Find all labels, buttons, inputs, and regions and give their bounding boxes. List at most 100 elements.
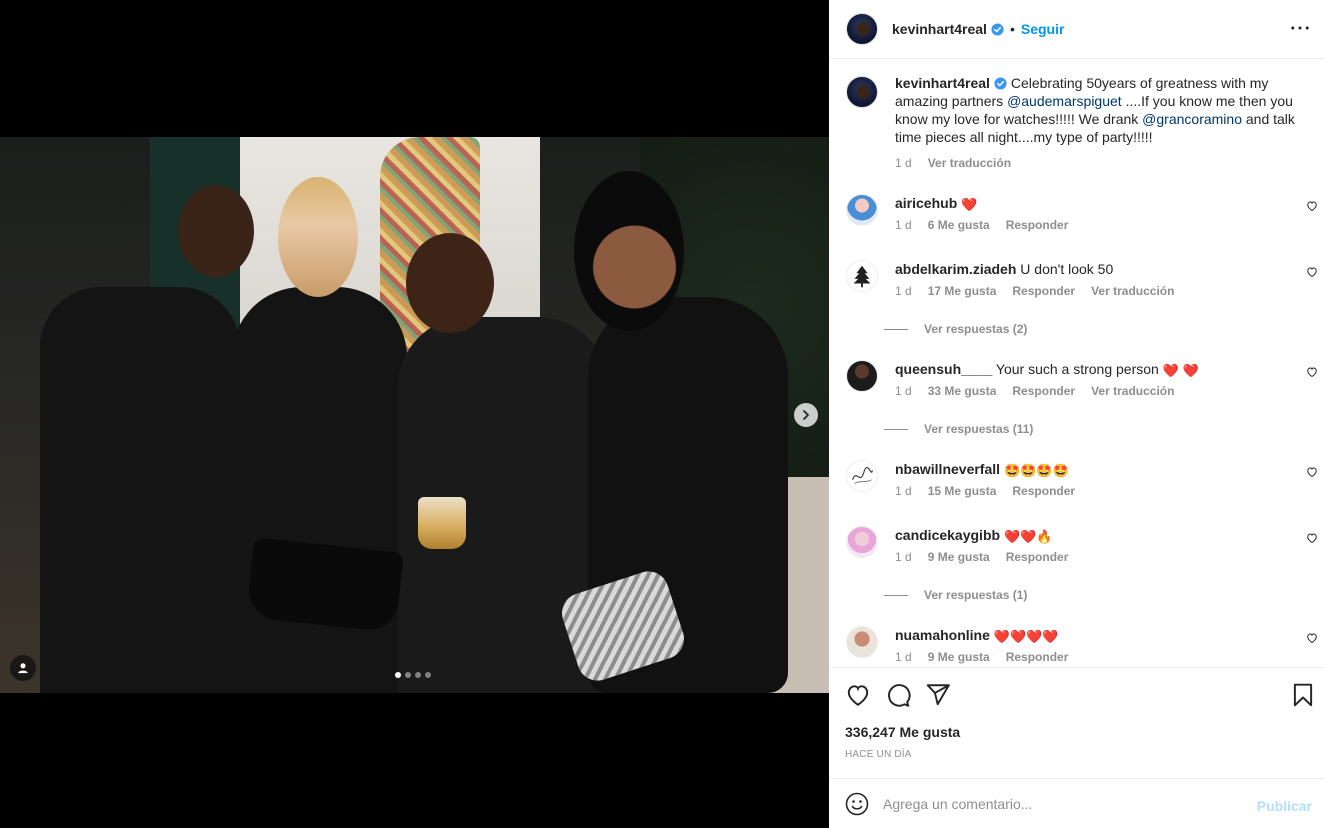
commenter-avatar[interactable] [846, 626, 878, 658]
comment-translate-link[interactable]: Ver traducción [1091, 284, 1174, 298]
view-replies-button[interactable]: Ver respuestas (11) [884, 422, 1033, 436]
carousel-dot-4 [425, 672, 431, 678]
verified-badge-icon [994, 77, 1007, 90]
person-1 [40, 287, 240, 693]
comment-likes[interactable]: 9 Me gusta [928, 650, 990, 664]
follow-button[interactable]: Seguir [1021, 21, 1065, 37]
comment-username[interactable]: nuamahonline [895, 627, 990, 643]
photo-handbag [246, 537, 404, 633]
comment-username[interactable]: airicehub [895, 195, 957, 211]
comment-body: U don't look 50 [1020, 261, 1114, 277]
header-separator: • [1009, 21, 1015, 37]
view-replies-label: Ver respuestas (2) [924, 322, 1028, 336]
comment-reply-button[interactable]: Responder [1006, 550, 1069, 564]
comment-translate-link[interactable]: Ver traducción [1091, 384, 1174, 398]
comment-text-line: nuamahonline ❤️❤️❤️❤️ [895, 626, 1059, 644]
comment-reply-button[interactable]: Responder [1012, 384, 1075, 398]
tagged-users-button[interactable] [10, 655, 36, 681]
comment-age[interactable]: 1 d [895, 650, 912, 664]
comment-likes[interactable]: 6 Me gusta [928, 218, 990, 232]
post-timestamp[interactable]: Hace un día [845, 749, 912, 760]
publish-button[interactable]: Publicar [1257, 798, 1312, 814]
caption-meta: 1 d Ver traducción [895, 156, 1011, 170]
commenter-avatar[interactable] [846, 260, 878, 292]
caption-text: kevinhart4real Celebrating 50years of gr… [895, 74, 1305, 146]
caption-author-avatar[interactable] [846, 76, 878, 108]
comment-reply-button[interactable]: Responder [1012, 484, 1075, 498]
comment-like-heart-icon[interactable] [1306, 632, 1318, 644]
comment-age[interactable]: 1 d [895, 218, 912, 232]
comment-username[interactable]: queensuh____ [895, 361, 992, 377]
comment-username[interactable]: abdelkarim.ziadeh [895, 261, 1016, 277]
post-media-area [0, 0, 829, 828]
caption-username[interactable]: kevinhart4real [895, 75, 990, 91]
replies-line [884, 594, 908, 596]
comment-like-heart-icon[interactable] [1306, 266, 1318, 278]
comment-likes[interactable]: 15 Me gusta [928, 484, 997, 498]
comment-age[interactable]: 1 d [895, 284, 912, 298]
comment-username[interactable]: nbawillneverfall [895, 461, 1000, 477]
comment-reply-button[interactable]: Responder [1006, 650, 1069, 664]
comment-emoji: ❤️ ❤️ [1162, 363, 1199, 378]
author-username[interactable]: kevinhart4real [892, 21, 987, 37]
caption-translate-link[interactable]: Ver traducción [928, 156, 1011, 170]
view-replies-label: Ver respuestas (1) [924, 588, 1028, 602]
comment-age[interactable]: 1 d [895, 484, 912, 498]
comment-like-heart-icon[interactable] [1306, 532, 1318, 544]
comment-username[interactable]: candicekaygibb [895, 527, 1000, 543]
carousel-dot-1 [395, 672, 401, 678]
more-options-button[interactable] [1290, 18, 1310, 38]
commenter-avatar[interactable] [846, 360, 878, 392]
caption-age[interactable]: 1 d [895, 156, 912, 170]
mention-audemarspiguet[interactable]: @audemarspiguet [1007, 93, 1122, 109]
view-replies-button[interactable]: Ver respuestas (2) [884, 322, 1027, 336]
mention-grancoramino[interactable]: @grancoramino [1142, 111, 1242, 127]
comment-likes[interactable]: 17 Me gusta [928, 284, 997, 298]
comment-reply-button[interactable]: Responder [1006, 218, 1069, 232]
bookmark-icon[interactable] [1290, 682, 1316, 708]
comment-meta: 1 d 9 Me gusta Responder [895, 650, 1068, 664]
photo-whiskey-glass [418, 497, 466, 549]
comment-text-line: candicekaygibb ❤️❤️🔥 [895, 526, 1053, 544]
carousel-dot-3 [415, 672, 421, 678]
comment-meta: 1 d 6 Me gusta Responder [895, 218, 1068, 232]
comment-text-line: abdelkarim.ziadeh U don't look 50 [895, 260, 1113, 278]
commenter-avatar[interactable] [846, 194, 878, 226]
comment-age[interactable]: 1 d [895, 550, 912, 564]
person-4-head [574, 171, 684, 331]
heart-icon[interactable] [845, 682, 871, 708]
replies-line [884, 428, 908, 430]
likes-count[interactable]: 336,247 Me gusta [845, 724, 960, 740]
view-replies-button[interactable]: Ver respuestas (1) [884, 588, 1027, 602]
person-2 [232, 287, 407, 693]
comment-likes[interactable]: 33 Me gusta [928, 384, 997, 398]
commenter-avatar[interactable] [846, 526, 878, 558]
replies-line [884, 328, 908, 330]
comment-like-heart-icon[interactable] [1306, 200, 1318, 212]
carousel-dot-2 [405, 672, 411, 678]
comment-emoji: ❤️❤️❤️❤️ [993, 629, 1059, 644]
emoji-icon[interactable] [845, 792, 869, 816]
comment-emoji: 🤩🤩🤩🤩 [1003, 463, 1069, 478]
comment-like-heart-icon[interactable] [1306, 366, 1318, 378]
comment-reply-button[interactable]: Responder [1012, 284, 1075, 298]
author-avatar[interactable] [846, 13, 878, 45]
cedar-logo-icon [853, 265, 871, 288]
comments-scroll-area[interactable]: kevinhart4real Celebrating 50years of gr… [829, 60, 1324, 667]
post-side-panel: kevinhart4real • Seguir kevinhart4real C… [829, 0, 1324, 828]
comment-like-heart-icon[interactable] [1306, 466, 1318, 478]
paper-plane-icon[interactable] [925, 682, 951, 708]
post-photo[interactable] [0, 137, 829, 693]
comment-input[interactable] [883, 795, 1243, 812]
commenter-avatar[interactable] [846, 460, 878, 492]
user-tag-icon [18, 663, 28, 674]
person-1-head [178, 185, 254, 277]
carousel-next-button[interactable] [794, 403, 818, 427]
instagram-post-modal: kevinhart4real • Seguir kevinhart4real C… [0, 0, 1324, 828]
comment-age[interactable]: 1 d [895, 384, 912, 398]
comment-likes[interactable]: 9 Me gusta [928, 550, 990, 564]
post-actions: 336,247 Me gusta Hace un día [829, 667, 1324, 778]
comment-meta: 1 d 17 Me gusta Responder Ver traducción [895, 284, 1174, 298]
comment-icon[interactable] [885, 682, 911, 708]
comment-emoji: ❤️ [961, 197, 978, 212]
